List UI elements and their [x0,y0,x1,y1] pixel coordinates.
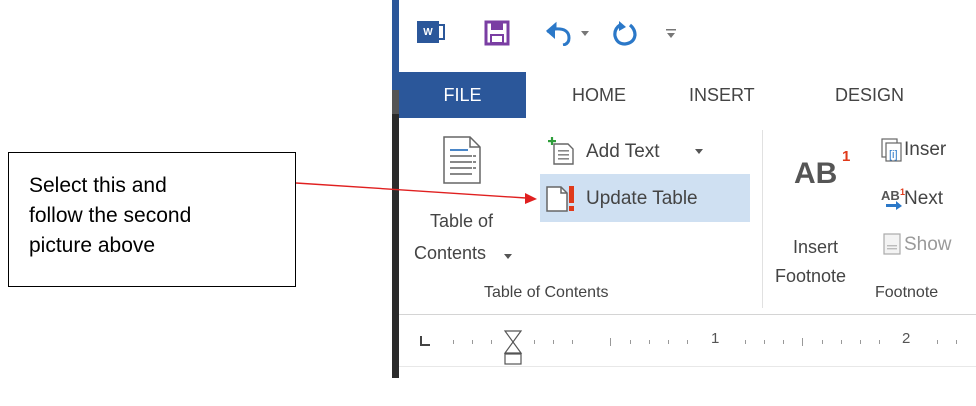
annotation-arrow [295,182,537,204]
